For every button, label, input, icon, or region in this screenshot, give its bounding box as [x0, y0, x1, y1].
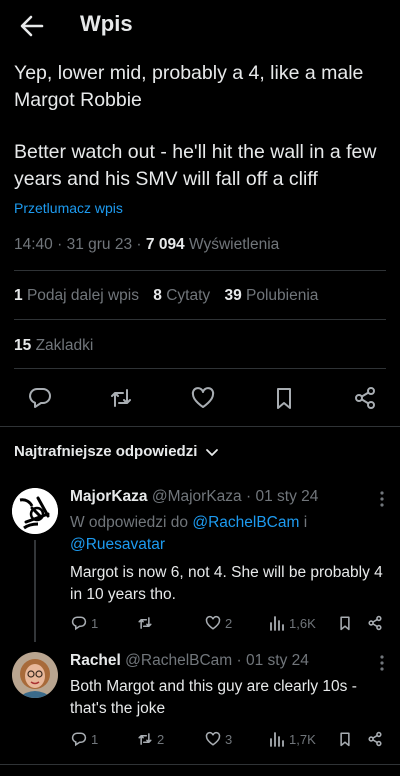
share-icon — [366, 730, 384, 748]
reposts-label: Podaj dalej wpis — [26, 287, 139, 304]
reply-date: 01 sty 24 — [255, 488, 319, 505]
reply-author-name[interactable]: Rachel — [70, 652, 121, 669]
share-icon — [366, 614, 384, 632]
post-paragraph: Better watch out - he'll hit the wall in… — [14, 141, 377, 190]
reply-icon[interactable] — [26, 384, 54, 412]
views-count: 7 094 — [145, 236, 185, 253]
reply-button[interactable]: 1 — [70, 730, 98, 748]
reply-author-handle: @MajorKaza — [151, 488, 242, 505]
repost-icon — [136, 730, 154, 748]
like-button[interactable]: 2 — [204, 614, 232, 632]
quotes-stat[interactable]: 8 Cytaty — [153, 287, 210, 304]
bookmark-icon — [336, 614, 354, 632]
meta-separator: · — [245, 488, 252, 505]
heart-icon[interactable] — [189, 384, 217, 412]
divider — [14, 368, 386, 369]
thread-line — [34, 540, 36, 642]
repost-count: 2 — [157, 731, 165, 747]
reply-date: 01 sty 24 — [246, 652, 309, 669]
chevron-down-icon — [205, 445, 219, 459]
likes-stat[interactable]: 39 Polubienia — [224, 287, 318, 304]
post-meta: 14:40 · 31 gru 23 · 7 094 Wyświetlenia — [14, 236, 279, 254]
bookmarks-stat[interactable]: 15 Zakladki — [14, 337, 93, 355]
reply-icon — [70, 730, 88, 748]
likes-count: 39 — [224, 287, 242, 304]
post-date: 31 gru 23 — [66, 236, 133, 253]
reply-count: 1 — [91, 731, 99, 747]
reply-action-bar: 1 2 3 1,7K — [70, 730, 390, 750]
reply-text: Margot is now 6, not 4. She will be prob… — [70, 564, 383, 603]
more-options-icon[interactable] — [374, 653, 390, 673]
share-icon[interactable] — [351, 384, 379, 412]
bookmark-button[interactable] — [336, 730, 354, 748]
post-paragraph: Yep, lower mid, probably a 4, like a mal… — [14, 62, 364, 111]
meta-separator: · — [136, 236, 142, 253]
sort-label: Najtrafniejsze odpowiedzi — [14, 443, 198, 460]
reply-author-handle: @RachelBCam — [125, 652, 233, 669]
views-button[interactable]: 1,6K — [268, 614, 316, 632]
like-button[interactable]: 3 — [204, 730, 232, 748]
heart-icon — [204, 614, 222, 632]
reply-context: W odpowiedzi do @RachelBCam i @Ruesavata… — [70, 512, 386, 556]
share-button[interactable] — [366, 730, 384, 748]
repost-icon[interactable] — [107, 384, 135, 412]
post-text: Yep, lower mid, probably a 4, like a mal… — [14, 60, 390, 193]
bar-chart-icon — [268, 730, 286, 748]
reply-text: Both Margot and this guy are clearly 10s… — [70, 678, 357, 717]
reply-header: MajorKaza @MajorKaza · 01 sty 24 — [70, 488, 318, 506]
reply-to-prefix: W odpowiedzi do — [70, 514, 189, 531]
bookmark-icon[interactable] — [270, 384, 298, 412]
bookmarks-label: Zakladki — [35, 337, 94, 354]
arrow-left-icon[interactable] — [18, 12, 46, 40]
view-count: 1,6K — [289, 615, 316, 631]
repost-icon — [136, 614, 154, 632]
bar-chart-icon — [268, 614, 286, 632]
quotes-count: 8 — [153, 287, 162, 304]
bookmark-button[interactable] — [336, 614, 354, 632]
translate-post-link[interactable]: Przetlumacz wpis — [14, 200, 123, 216]
reply-item[interactable]: MajorKaza @MajorKaza · 01 sty 24 W odpow… — [0, 480, 400, 642]
view-count: 1,7K — [289, 731, 316, 747]
post-time: 14:40 — [14, 236, 53, 253]
bookmark-icon — [336, 730, 354, 748]
divider — [14, 270, 386, 271]
mention-link[interactable]: @Ruesavatar — [70, 536, 165, 553]
section-divider — [0, 426, 400, 427]
share-button[interactable] — [366, 614, 384, 632]
reply-button[interactable]: 1 — [70, 614, 98, 632]
replies-sort-dropdown[interactable]: Najtrafniejsze odpowiedzi — [14, 443, 219, 460]
avatar[interactable] — [12, 652, 58, 698]
post-stats: 1 Podaj dalej wpis 8 Cytaty 39 Polubieni… — [14, 287, 318, 305]
quotes-label: Cytaty — [166, 287, 211, 304]
repost-button[interactable]: 2 — [136, 730, 164, 748]
repost-button[interactable] — [136, 614, 157, 632]
reply-icon — [70, 614, 88, 632]
reposts-stat[interactable]: 1 Podaj dalej wpis — [14, 287, 139, 304]
bookmarks-count: 15 — [14, 337, 32, 354]
reposts-count: 1 — [14, 287, 23, 304]
reply-header: Rachel @RachelBCam · 01 sty 24 — [70, 652, 309, 670]
reply-author-name[interactable]: MajorKaza — [70, 488, 148, 505]
avatar[interactable] — [12, 488, 58, 534]
heart-icon — [204, 730, 222, 748]
top-bar: Wpis — [0, 0, 400, 50]
page-title: Wpis — [80, 11, 133, 36]
reply-count: 1 — [91, 615, 99, 631]
likes-label: Polubienia — [246, 287, 319, 304]
reply-item[interactable]: Rachel @RachelBCam · 01 sty 24 Both Marg… — [0, 644, 400, 756]
post-action-bar — [0, 384, 400, 412]
divider — [0, 764, 400, 765]
views-button[interactable]: 1,7K — [268, 730, 316, 748]
like-count: 3 — [225, 731, 233, 747]
divider — [14, 319, 386, 320]
mention-joiner: i — [303, 514, 308, 531]
mention-link[interactable]: @RachelBCam — [192, 514, 299, 531]
views-label: Wyświetlenia — [189, 236, 280, 253]
reply-action-bar: 1 2 1,6K — [70, 614, 390, 634]
meta-separator: · — [236, 652, 242, 669]
more-options-icon[interactable] — [374, 489, 390, 509]
meta-separator: · — [57, 236, 63, 253]
like-count: 2 — [225, 615, 233, 631]
